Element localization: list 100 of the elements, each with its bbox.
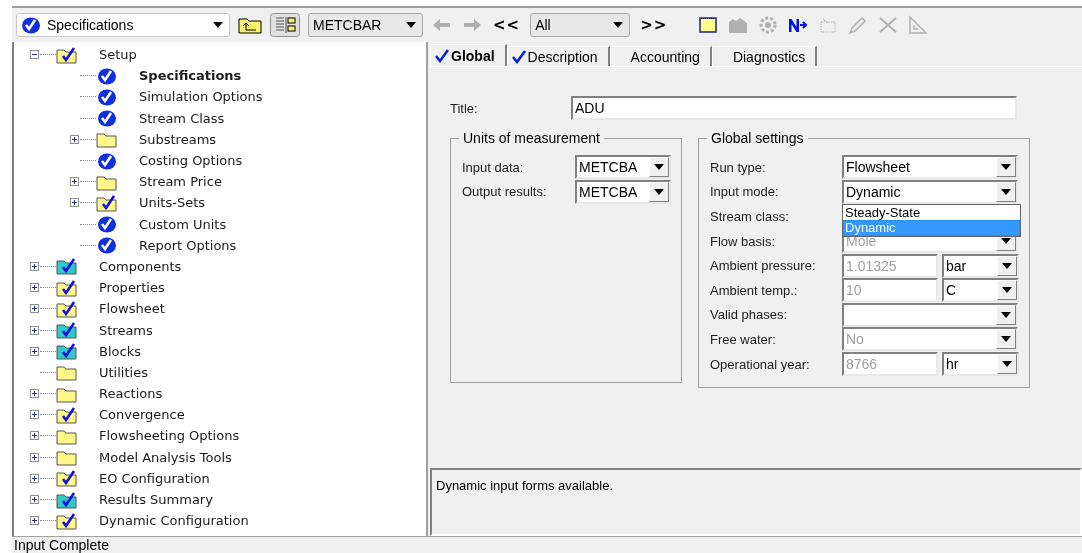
- check-circle-icon: [97, 215, 117, 234]
- caret-icon: [1002, 361, 1012, 368]
- check-circle-icon: [97, 236, 117, 255]
- folder-check-icon: [56, 490, 78, 509]
- expand-icon[interactable]: [69, 198, 79, 208]
- tree-item[interactable]: Reactions: [99, 386, 163, 402]
- tree-item[interactable]: Report Options: [139, 237, 237, 253]
- caret-icon: [213, 22, 223, 28]
- caret-icon: [406, 22, 416, 28]
- field-label: Valid phases:: [710, 307, 789, 323]
- caret-icon: [1002, 287, 1012, 294]
- check-circle-icon: [97, 151, 117, 170]
- tree-item[interactable]: Stream Class: [139, 110, 225, 126]
- tree-item[interactable]: Units-Sets: [139, 195, 206, 211]
- expand-icon[interactable]: [69, 177, 79, 187]
- field-label: Run type:: [710, 159, 767, 175]
- tree-item[interactable]: Simulation Options: [139, 89, 263, 105]
- expand-icon[interactable]: [29, 304, 39, 314]
- tree-item[interactable]: Specifications: [139, 68, 242, 84]
- field-label: Title:: [450, 100, 479, 116]
- tree-item[interactable]: EO Configuration: [99, 470, 210, 486]
- tree-item[interactable]: Setup: [99, 47, 137, 63]
- check-circle-icon: [97, 109, 117, 128]
- folder-check-icon: [56, 342, 78, 361]
- tree-item[interactable]: Costing Options: [139, 153, 243, 169]
- tab[interactable]: Accounting: [609, 46, 712, 66]
- tab[interactable]: Diagnostics: [711, 46, 818, 66]
- expand-icon[interactable]: [29, 325, 39, 335]
- folder-check-icon: [56, 405, 78, 424]
- expand-icon[interactable]: [69, 134, 79, 144]
- tree-item[interactable]: Substreams: [139, 131, 217, 147]
- caret-icon: [654, 188, 664, 195]
- caret-icon: [613, 22, 624, 28]
- expand-icon[interactable]: [29, 473, 39, 483]
- folder-icon: [96, 130, 118, 149]
- expand-icon[interactable]: [29, 261, 39, 271]
- expand-icon[interactable]: [29, 346, 39, 356]
- field-label: Free water:: [710, 331, 777, 347]
- form-selector[interactable]: Specifications: [16, 13, 230, 37]
- field-label: Output results:: [462, 184, 548, 200]
- tree-item[interactable]: Dynamic Configuration: [99, 513, 249, 529]
- group-title: Units of measurement: [459, 130, 604, 146]
- field-label: Ambient temp.:: [710, 282, 799, 298]
- filter-selector[interactable]: All: [530, 13, 631, 37]
- tree-item[interactable]: Model Analysis Tools: [99, 449, 232, 465]
- dropdown-field[interactable]: METCBA: [575, 155, 671, 180]
- expand-icon[interactable]: [29, 410, 39, 420]
- field-label: Operational year:: [710, 356, 811, 372]
- tree-item[interactable]: Flowsheeting Options: [99, 428, 240, 444]
- expand-icon[interactable]: [29, 389, 39, 399]
- caret-icon: [1001, 336, 1011, 343]
- tree-item[interactable]: Properties: [99, 280, 165, 296]
- tree-item[interactable]: Custom Units: [139, 216, 227, 232]
- expand-icon[interactable]: [29, 495, 39, 505]
- expand-icon[interactable]: [29, 452, 39, 462]
- tab[interactable]: Global: [430, 44, 507, 66]
- dropdown-field[interactable]: Dynamic: [842, 179, 1018, 204]
- dropdown-field[interactable]: [842, 302, 1018, 327]
- expand-icon[interactable]: [29, 283, 39, 293]
- caret-icon: [1001, 188, 1011, 195]
- check-circle-icon: [97, 87, 117, 106]
- check-circle-icon: [97, 66, 117, 85]
- field-label: Input mode:: [710, 184, 780, 200]
- field-label: Flow basis:: [710, 233, 777, 249]
- folder-check-icon: [56, 321, 78, 340]
- previous-button[interactable]: <<: [491, 16, 523, 34]
- expand-icon[interactable]: [29, 516, 39, 526]
- tree-item[interactable]: Utilities: [99, 364, 148, 380]
- title-field[interactable]: ADU: [571, 96, 1017, 120]
- folder-check-icon: [56, 469, 78, 488]
- collapse-icon[interactable]: [29, 50, 39, 60]
- dropdown-field[interactable]: Flowsheet: [842, 155, 1018, 180]
- folder-icon: [56, 448, 78, 467]
- tree-item[interactable]: Blocks: [99, 343, 141, 359]
- tree-item[interactable]: Stream Price: [139, 174, 222, 190]
- tree-item[interactable]: Convergence: [99, 407, 185, 423]
- folder-check-icon: [56, 299, 78, 318]
- next-button[interactable]: >>: [638, 16, 670, 34]
- expand-icon[interactable]: [29, 431, 39, 441]
- group-title: Global settings: [707, 130, 808, 146]
- folder-check-icon: [96, 193, 118, 212]
- folder-check-icon: [56, 45, 78, 64]
- field-label: Input data:: [462, 159, 525, 175]
- units-selector[interactable]: METCBAR: [308, 13, 423, 37]
- field-label: Stream class:: [710, 209, 790, 224]
- folder-check-icon: [56, 511, 78, 530]
- tree-item[interactable]: Streams: [99, 322, 153, 338]
- folder-check-icon: [56, 278, 78, 297]
- tree-item[interactable]: Flowsheet: [99, 301, 165, 317]
- caret-icon: [1001, 311, 1011, 318]
- status-text: Input Complete: [14, 537, 109, 553]
- caret-icon: [1001, 164, 1011, 171]
- tree-item[interactable]: Results Summary: [99, 492, 213, 508]
- message-text: Dynamic input forms available.: [436, 478, 614, 493]
- folder-check-icon: [56, 257, 78, 276]
- tree-view-icon[interactable]: [270, 12, 300, 38]
- field-label: Ambient pressure:: [710, 258, 817, 274]
- tab[interactable]: Description: [506, 46, 610, 66]
- tree-item[interactable]: Components: [99, 258, 182, 274]
- dropdown-field[interactable]: METCBA: [575, 179, 671, 204]
